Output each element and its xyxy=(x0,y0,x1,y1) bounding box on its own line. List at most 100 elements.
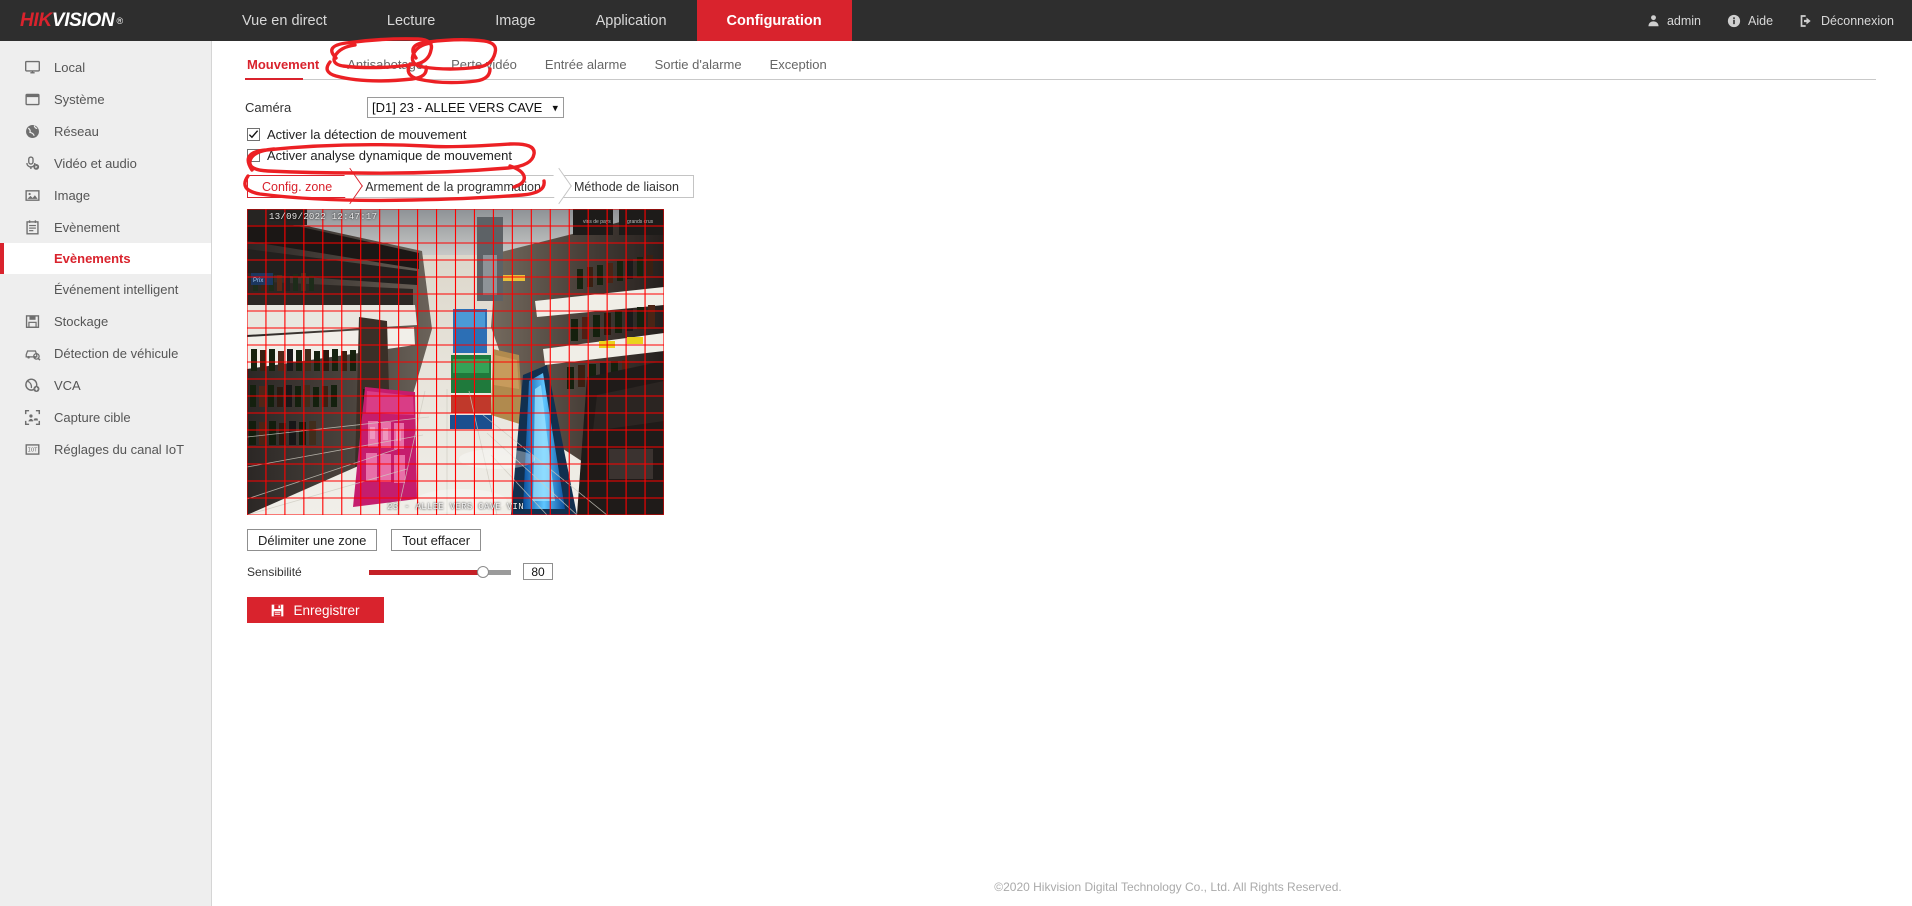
svg-text:vins de pays: vins de pays xyxy=(583,219,611,225)
motion-detection-video-preview[interactable]: vins de pays grands crus Prix 13/09/2022… xyxy=(247,209,664,515)
admin-label: admin xyxy=(1666,13,1701,28)
help-button[interactable]: Aide xyxy=(1727,14,1773,28)
window-icon xyxy=(22,89,42,109)
tab-antisabotage[interactable]: Antisabotage xyxy=(333,57,437,79)
step-armement-programmation-label: Armement de la programmation xyxy=(365,179,541,194)
globe-icon xyxy=(22,121,42,141)
sidebar-item-evenement[interactable]: Evènement xyxy=(0,211,211,243)
configuration-step-tabs: Config. zone Armement de la programmatio… xyxy=(247,175,1912,198)
step-armement-programmation[interactable]: Armement de la programmation xyxy=(350,175,559,198)
enable-motion-detection-label[interactable]: Activer la détection de mouvement xyxy=(267,127,466,142)
slider-handle[interactable] xyxy=(476,565,489,578)
step-config-zone-label: Config. zone xyxy=(262,179,333,194)
slider-track-active xyxy=(369,569,483,575)
camera-select[interactable]: [D1] 23 - ALLEE VERS CAVE xyxy=(367,97,564,118)
sensitivity-row: Sensibilité xyxy=(247,563,1912,580)
svg-text:grands crus: grands crus xyxy=(627,219,654,225)
help-label: Aide xyxy=(1748,13,1774,28)
svg-text:IOT: IOT xyxy=(27,447,38,453)
sidebar-item-reglages-du-canal-iot[interactable]: IOT Réglages du canal IoT xyxy=(0,433,211,465)
vca-icon xyxy=(22,375,42,395)
sidebar-label-video-et-audio: Vidéo et audio xyxy=(54,155,137,171)
save-disk-icon xyxy=(22,311,42,331)
vehicle-search-icon xyxy=(22,343,42,363)
nav-item-vue-en-direct[interactable]: Vue en direct xyxy=(212,0,357,41)
tab-sortie-alarme[interactable]: Sortie d'alarme xyxy=(641,57,756,79)
footer-copyright: ©2020 Hikvision Digital Technology Co., … xyxy=(994,880,1342,894)
enable-dynamic-analysis-row: Activer analyse dynamique de mouvement xyxy=(247,148,1912,163)
sensitivity-label: Sensibilité xyxy=(247,564,302,579)
tab-exception[interactable]: Exception xyxy=(756,57,841,79)
enable-motion-detection-checkbox[interactable] xyxy=(247,128,260,141)
enable-motion-detection-row: Activer la détection de mouvement xyxy=(247,127,1912,142)
iot-icon: IOT xyxy=(22,439,42,459)
sidebar-label-stockage: Stockage xyxy=(54,313,109,329)
sidebar-label-evenements: Evènements xyxy=(54,251,131,266)
logout-icon xyxy=(1799,14,1814,28)
save-button-label: Enregistrer xyxy=(293,602,360,618)
tab-active-underline xyxy=(245,78,303,80)
nav-item-lecture[interactable]: Lecture xyxy=(357,0,465,41)
sidebar-label-reseau: Réseau xyxy=(54,123,99,139)
motion-detection-form: Caméra [D1] 23 - ALLEE VERS CAVE ▾ Activ… xyxy=(245,79,1912,623)
sidebar-item-vca[interactable]: VCA xyxy=(0,369,211,401)
nav-item-image[interactable]: Image xyxy=(465,0,565,41)
step-config-zone[interactable]: Config. zone xyxy=(247,175,351,198)
user-icon xyxy=(1647,14,1660,27)
nav-item-configuration[interactable]: Configuration xyxy=(696,0,852,41)
svg-text:Prix: Prix xyxy=(253,278,263,284)
sidebar-item-video-et-audio[interactable]: Vidéo et audio xyxy=(0,147,211,179)
target-capture-icon xyxy=(22,407,42,427)
main-nav-items: Vue en direct Lecture Image Application … xyxy=(212,0,852,41)
sidebar-item-detection-de-vehicule[interactable]: Détection de véhicule xyxy=(0,337,211,369)
logout-button[interactable]: Déconnexion xyxy=(1799,14,1894,28)
sidebar-item-stockage[interactable]: Stockage xyxy=(0,305,211,337)
step-methode-liaison-label: Méthode de liaison xyxy=(573,179,679,194)
nav-right-group: admin Aide Déconnexion xyxy=(1647,0,1912,41)
sidebar-item-evenements[interactable]: Evènements xyxy=(0,243,211,274)
sidebar-label-systeme: Système xyxy=(54,91,105,107)
sidebar-item-systeme[interactable]: Système xyxy=(0,83,211,115)
step-methode-liaison[interactable]: Méthode de liaison xyxy=(558,175,694,198)
camera-video-frame: vins de pays grands crus Prix xyxy=(247,209,664,515)
camera-row: Caméra [D1] 23 - ALLEE VERS CAVE ▾ xyxy=(245,97,1912,118)
enable-dynamic-analysis-checkbox[interactable] xyxy=(247,149,260,162)
sidebar-item-reseau[interactable]: Réseau xyxy=(0,115,211,147)
page-body: Local Système Réseau Vidéo et audio Imag xyxy=(0,41,1912,906)
sensitivity-value-input[interactable] xyxy=(523,563,553,580)
microphone-icon xyxy=(22,153,42,173)
event-type-tabs: Mouvement Antisabotage Perte vidéo Entré… xyxy=(245,49,1894,80)
sidebar-label-image: Image xyxy=(54,187,91,203)
sidebar-label-reglages-du-canal-iot: Réglages du canal IoT xyxy=(54,441,185,457)
logo-registered-mark: ® xyxy=(116,15,124,26)
sidebar-item-capture-cible[interactable]: Capture cible xyxy=(0,401,211,433)
nav-item-application[interactable]: Application xyxy=(566,0,697,41)
sidebar-label-evenement-intelligent: Événement intelligent xyxy=(54,282,179,297)
hikvision-logo: HIK VISION ® xyxy=(0,0,212,41)
admin-account-button[interactable]: admin xyxy=(1647,14,1701,28)
main-content-panel: Mouvement Antisabotage Perte vidéo Entré… xyxy=(212,41,1912,906)
save-button[interactable]: Enregistrer xyxy=(247,597,384,623)
camera-label: Caméra xyxy=(245,100,292,115)
sidebar-item-evenement-intelligent[interactable]: Événement intelligent xyxy=(0,274,211,305)
tab-entree-alarme[interactable]: Entrée alarme xyxy=(531,57,641,79)
clipboard-icon xyxy=(22,217,42,237)
enable-dynamic-analysis-label[interactable]: Activer analyse dynamique de mouvement xyxy=(267,148,512,163)
sensitivity-slider[interactable] xyxy=(369,565,511,579)
tab-mouvement[interactable]: Mouvement xyxy=(245,57,333,79)
video-channel-name: 23 - ALLEE VERS CAVE VIN xyxy=(387,502,524,512)
picture-icon xyxy=(22,185,42,205)
sidebar-item-image[interactable]: Image xyxy=(0,179,211,211)
video-timestamp: 13/09/2022 12:47:17 xyxy=(269,212,378,222)
monitor-icon xyxy=(22,57,42,77)
draw-area-button[interactable]: Délimiter une zone xyxy=(247,529,378,551)
sidebar-label-evenement: Evènement xyxy=(54,219,120,235)
sidebar-label-local: Local xyxy=(54,59,86,75)
camera-select-wrapper: [D1] 23 - ALLEE VERS CAVE ▾ xyxy=(367,97,564,118)
sidebar-navigation: Local Système Réseau Vidéo et audio Imag xyxy=(0,41,212,906)
clear-all-button[interactable]: Tout effacer xyxy=(391,529,482,551)
save-disk-icon xyxy=(271,604,284,617)
logout-label: Déconnexion xyxy=(1821,13,1894,28)
sidebar-item-local[interactable]: Local xyxy=(0,51,211,83)
tab-perte-video[interactable]: Perte vidéo xyxy=(437,57,531,79)
